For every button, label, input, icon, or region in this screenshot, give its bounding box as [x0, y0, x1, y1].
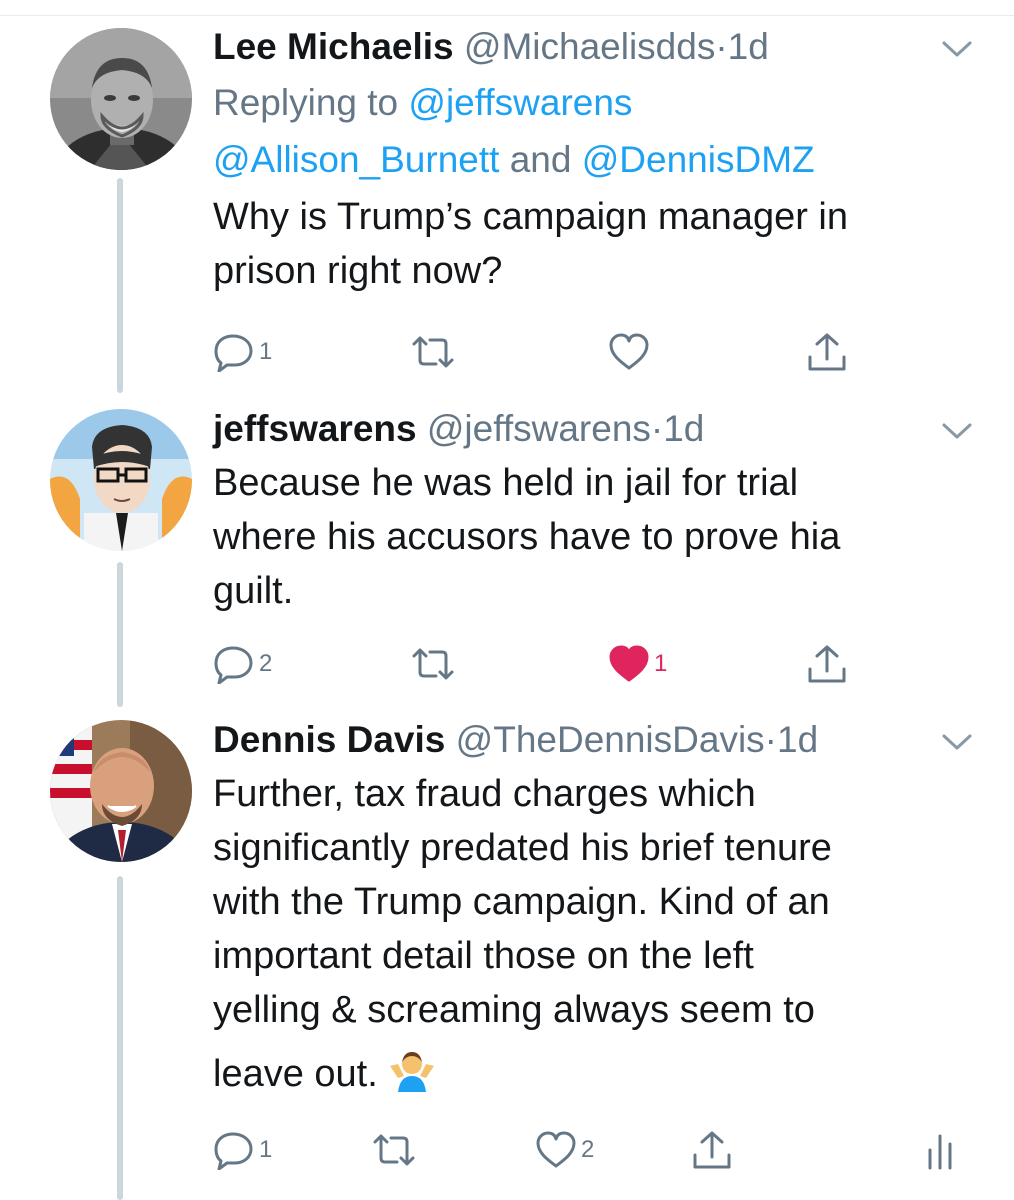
tweet-text: Because he was held in jail for trial wh… — [213, 456, 973, 618]
tweet-text-line: guilt. — [213, 570, 294, 612]
tweet-text-line: Further, tax fraud charges which — [213, 773, 756, 815]
replying-to: Replying to @jeffswarens @Allison_Burnet… — [213, 74, 973, 188]
tweet-text-line: significantly predated his brief tenure — [213, 827, 832, 869]
user-handle[interactable]: @jeffswarens — [427, 408, 651, 449]
display-name[interactable]: Lee Michaelis — [213, 26, 454, 67]
display-name[interactable]: Dennis Davis — [213, 719, 445, 760]
tweet-text-line: with the Trump campaign. Kind of an — [213, 881, 830, 923]
tweet-header: jeffswarens @jeffswarens·1d — [213, 408, 973, 450]
tweet-text-line: prison right now? — [213, 250, 503, 292]
avatar[interactable] — [50, 409, 192, 551]
tweet-text: Why is Trump’s campaign manager in priso… — [213, 190, 973, 298]
tweet-header: Dennis Davis @TheDennisDavis·1d — [213, 719, 973, 761]
mention-link[interactable]: @Allison_Burnett — [213, 139, 499, 180]
display-name[interactable]: jeffswarens — [213, 408, 417, 449]
like-button[interactable] — [608, 327, 650, 377]
like-button[interactable]: 2 — [535, 1125, 594, 1175]
tweet-actions: 1 — [213, 327, 973, 377]
tweet-text-line: leave out. — [213, 1053, 378, 1095]
analytics-button[interactable] — [925, 1125, 955, 1175]
heart-icon — [609, 645, 649, 682]
tweet-actions: 1 2 — [213, 1125, 973, 1175]
tweet-content: Lee Michaelis @Michaelisdds·1d Replying … — [213, 26, 973, 298]
tweet-text-line: yelling & screaming always seem to — [213, 989, 815, 1031]
tweet-content: Dennis Davis @TheDennisDavis·1d Further,… — [213, 719, 973, 1107]
share-icon — [693, 1131, 731, 1169]
share-icon — [808, 645, 846, 683]
analytics-icon — [928, 1134, 952, 1170]
tweet-text: Further, tax fraud charges which signifi… — [213, 767, 973, 1107]
user-handle[interactable]: @Michaelisdds — [464, 26, 715, 67]
reply-button[interactable]: 1 — [213, 1125, 272, 1175]
separator-dot: · — [764, 719, 777, 760]
tweet-text-line: where his accusors have to prove hia — [213, 516, 841, 558]
tweet-header: Lee Michaelis @Michaelisdds·1d — [213, 26, 973, 68]
reply-icon — [214, 1132, 253, 1170]
avatar[interactable] — [50, 28, 192, 170]
reply-count: 2 — [259, 650, 273, 677]
user-handle[interactable]: @TheDennisDavis — [456, 719, 765, 760]
avatar[interactable] — [50, 720, 192, 862]
reply-count: 1 — [259, 1136, 273, 1163]
share-icon — [808, 333, 846, 371]
retweet-icon — [412, 648, 454, 680]
replying-prefix: Replying to — [213, 82, 409, 123]
reply-icon — [214, 646, 253, 684]
reply-button[interactable]: 2 — [213, 639, 272, 689]
retweet-icon — [373, 1134, 415, 1166]
timestamp[interactable]: 1d — [777, 719, 818, 760]
mention-link[interactable]: @jeffswarens — [408, 82, 632, 123]
timestamp[interactable]: 1d — [728, 26, 769, 67]
tweet-actions: 2 1 — [213, 639, 973, 689]
thread-line — [117, 178, 123, 393]
like-count: 1 — [654, 650, 668, 677]
chevron-down-icon[interactable] — [940, 731, 974, 753]
tweet-content: jeffswarens @jeffswarens·1d Because he w… — [213, 408, 973, 618]
replying-and: and — [499, 139, 582, 180]
thread-line — [117, 562, 123, 707]
separator-dot: · — [715, 26, 728, 67]
retweet-button[interactable] — [410, 639, 456, 689]
share-button[interactable] — [806, 327, 848, 377]
thread-line — [117, 876, 123, 1200]
chevron-down-icon[interactable] — [940, 420, 974, 442]
chevron-down-icon[interactable] — [940, 38, 974, 60]
reply-icon — [214, 334, 253, 372]
separator-dot: · — [650, 408, 664, 449]
share-button[interactable] — [806, 639, 848, 689]
reply-count: 1 — [259, 338, 273, 365]
tweet-text-line: Why is Trump’s campaign manager in — [213, 196, 848, 238]
retweet-icon — [412, 336, 454, 368]
heart-icon — [609, 333, 649, 370]
heart-icon — [536, 1131, 576, 1168]
retweet-button[interactable] — [371, 1125, 417, 1175]
share-button[interactable] — [691, 1125, 733, 1175]
like-button[interactable]: 1 — [608, 639, 667, 689]
tweet-thread: Lee Michaelis @Michaelisdds·1d Replying … — [0, 0, 1014, 1200]
person-shrugging-emoji — [388, 1048, 436, 1107]
tweet-text-line: Because he was held in jail for trial — [213, 462, 799, 504]
tweet-text-line: important detail those on the left — [213, 935, 754, 977]
timestamp[interactable]: 1d — [663, 408, 704, 449]
mention-link[interactable]: @DennisDMZ — [582, 139, 815, 180]
reply-button[interactable]: 1 — [213, 327, 272, 377]
like-count: 2 — [581, 1136, 595, 1163]
retweet-button[interactable] — [410, 327, 456, 377]
divider — [0, 15, 1014, 16]
tweet-text-line-with-emoji: leave out. — [213, 1047, 973, 1107]
